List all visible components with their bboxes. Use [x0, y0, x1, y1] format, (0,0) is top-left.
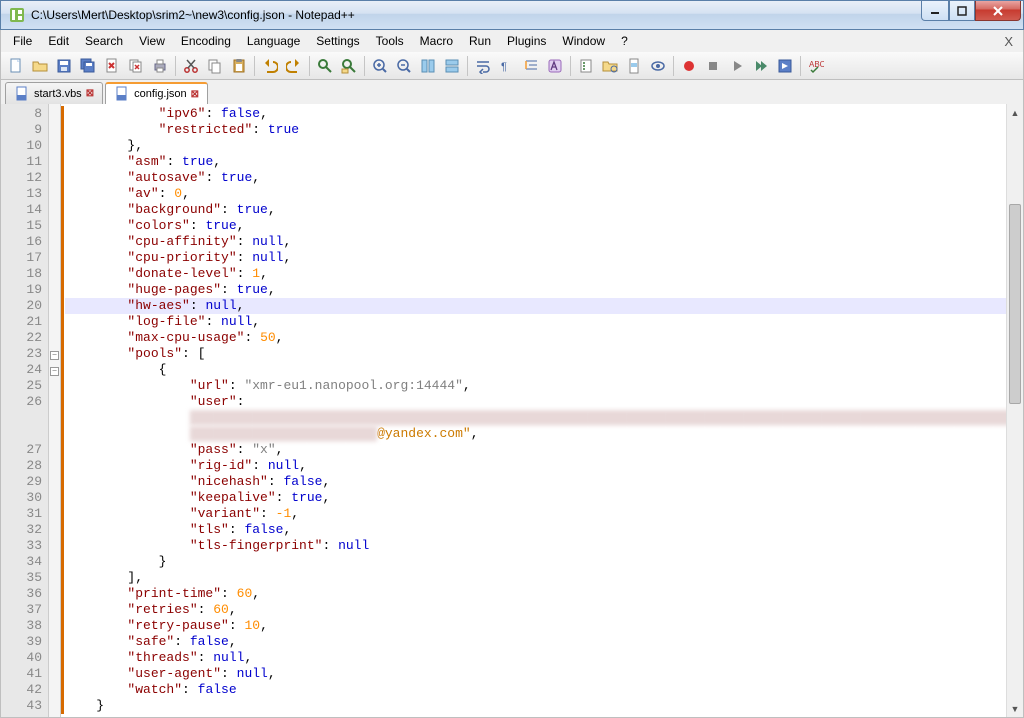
vertical-scrollbar[interactable]: ▲ ▼ — [1006, 104, 1023, 717]
toolbar: ¶ ABC — [0, 52, 1024, 80]
scroll-thumb[interactable] — [1009, 204, 1021, 404]
open-file-icon[interactable] — [29, 55, 51, 77]
stop-macro-icon[interactable] — [702, 55, 724, 77]
tab-bar: start3.vbs ⊠ config.json ⊠ — [0, 80, 1024, 104]
svg-text:¶: ¶ — [501, 61, 507, 73]
wordwrap-icon[interactable] — [472, 55, 494, 77]
menu-run[interactable]: Run — [461, 32, 499, 50]
code-area[interactable]: "ipv6": false, "restricted": true }, "as… — [61, 104, 1023, 717]
tab-start3vbs[interactable]: start3.vbs ⊠ — [5, 82, 103, 104]
close-file-icon[interactable] — [101, 55, 123, 77]
menu-view[interactable]: View — [131, 32, 173, 50]
tab-label: config.json — [134, 88, 187, 100]
play-macro-icon[interactable] — [726, 55, 748, 77]
tab-configjson[interactable]: config.json ⊠ — [105, 82, 208, 104]
close-button[interactable] — [975, 1, 1021, 21]
sync-v-icon[interactable] — [417, 55, 439, 77]
new-file-icon[interactable] — [5, 55, 27, 77]
window-controls — [921, 1, 1021, 21]
menu-plugins[interactable]: Plugins — [499, 32, 554, 50]
doc-map-icon[interactable] — [623, 55, 645, 77]
print-icon[interactable] — [149, 55, 171, 77]
file-icon — [14, 86, 30, 102]
menu-search[interactable]: Search — [77, 32, 131, 50]
close-all-icon[interactable] — [125, 55, 147, 77]
zoom-in-icon[interactable] — [369, 55, 391, 77]
paste-icon[interactable] — [228, 55, 250, 77]
monitoring-icon[interactable] — [647, 55, 669, 77]
save-macro-icon[interactable] — [774, 55, 796, 77]
fold-column[interactable]: −− — [49, 104, 61, 717]
tab-label: start3.vbs — [34, 88, 82, 100]
menu-language[interactable]: Language — [239, 32, 308, 50]
menu-window[interactable]: Window — [554, 32, 613, 50]
scroll-down-icon[interactable]: ▼ — [1007, 700, 1023, 717]
minimize-button[interactable] — [921, 1, 949, 21]
zoom-out-icon[interactable] — [393, 55, 415, 77]
sync-h-icon[interactable] — [441, 55, 463, 77]
function-list-icon[interactable] — [575, 55, 597, 77]
menu-file[interactable]: File — [5, 32, 40, 50]
line-numbers: 891011121314151617181920212223242526 272… — [1, 104, 49, 717]
close-icon[interactable]: ⊠ — [86, 88, 94, 99]
menubar: File Edit Search View Encoding Language … — [0, 30, 1024, 52]
titlebar: C:\Users\Mert\Desktop\srim2~\new3\config… — [0, 0, 1024, 30]
cut-icon[interactable] — [180, 55, 202, 77]
menu-encoding[interactable]: Encoding — [173, 32, 239, 50]
find-icon[interactable] — [314, 55, 336, 77]
show-all-chars-icon[interactable]: ¶ — [496, 55, 518, 77]
replace-icon[interactable] — [338, 55, 360, 77]
undo-icon[interactable] — [259, 55, 281, 77]
menu-macro[interactable]: Macro — [412, 32, 461, 50]
spellcheck-icon[interactable]: ABC — [805, 55, 827, 77]
redo-icon[interactable] — [283, 55, 305, 77]
window-title: C:\Users\Mert\Desktop\srim2~\new3\config… — [31, 8, 921, 22]
lang-pref-icon[interactable] — [544, 55, 566, 77]
menu-tools[interactable]: Tools — [368, 32, 412, 50]
indent-guide-icon[interactable] — [520, 55, 542, 77]
folder-workspace-icon[interactable] — [599, 55, 621, 77]
app-icon — [9, 7, 25, 23]
close-icon[interactable]: ⊠ — [191, 89, 199, 100]
menu-settings[interactable]: Settings — [308, 32, 367, 50]
maximize-button[interactable] — [949, 1, 975, 21]
file-icon — [114, 86, 130, 102]
menu-help[interactable]: ? — [613, 32, 636, 50]
menu-edit[interactable]: Edit — [40, 32, 77, 50]
run-multi-icon[interactable] — [750, 55, 772, 77]
editor: 891011121314151617181920212223242526 272… — [0, 104, 1024, 718]
record-macro-icon[interactable] — [678, 55, 700, 77]
copy-icon[interactable] — [204, 55, 226, 77]
save-all-icon[interactable] — [77, 55, 99, 77]
save-icon[interactable] — [53, 55, 75, 77]
menu-close-x[interactable]: X — [998, 34, 1019, 49]
scroll-up-icon[interactable]: ▲ — [1007, 104, 1023, 121]
